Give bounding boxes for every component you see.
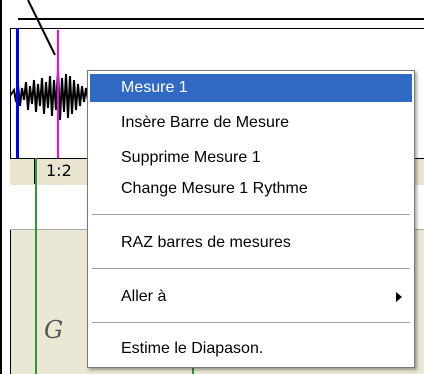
menu-item-label: Insère Barre de Mesure	[121, 114, 290, 131]
menu-item-estime-diapason[interactable]: Estime le Diapason.	[90, 335, 412, 363]
cursor-marker-blue[interactable]	[16, 28, 19, 158]
menu-item-raz-barres[interactable]: RAZ barres de mesures	[90, 229, 412, 257]
pointer-line	[27, 0, 56, 56]
window-border-top	[18, 18, 424, 20]
menu-item-label: Change Mesure 1 Rythme	[121, 180, 308, 197]
menu-item-label: Aller à	[121, 288, 167, 305]
cursor-marker-pink[interactable]	[57, 30, 59, 158]
submenu-arrow-icon	[396, 292, 402, 302]
menu-item-supprime-mesure[interactable]: Supprime Mesure 1	[90, 144, 412, 172]
note-letter: G	[44, 316, 64, 344]
menu-item-insere-barre[interactable]: Insère Barre de Mesure	[90, 109, 412, 137]
menu-item-label: Estime le Diapason.	[121, 340, 264, 357]
menu-item-label: Supprime Mesure 1	[121, 149, 261, 166]
menu-item-mesure-1[interactable]: Mesure 1	[90, 74, 412, 102]
measure-label: 1:2	[46, 161, 72, 180]
menu-item-label: RAZ barres de mesures	[121, 234, 291, 251]
menu-separator	[92, 322, 410, 324]
menu-item-label: Mesure 1	[121, 79, 188, 96]
menu-separator	[92, 268, 410, 270]
menu-item-change-rythme[interactable]: Change Mesure 1 Rythme	[90, 175, 412, 203]
context-menu: Mesure 1 Insère Barre de Mesure Supprime…	[87, 70, 415, 368]
menu-item-aller-a[interactable]: Aller à	[90, 283, 412, 311]
menu-separator	[92, 214, 410, 216]
beat-line	[35, 158, 37, 374]
